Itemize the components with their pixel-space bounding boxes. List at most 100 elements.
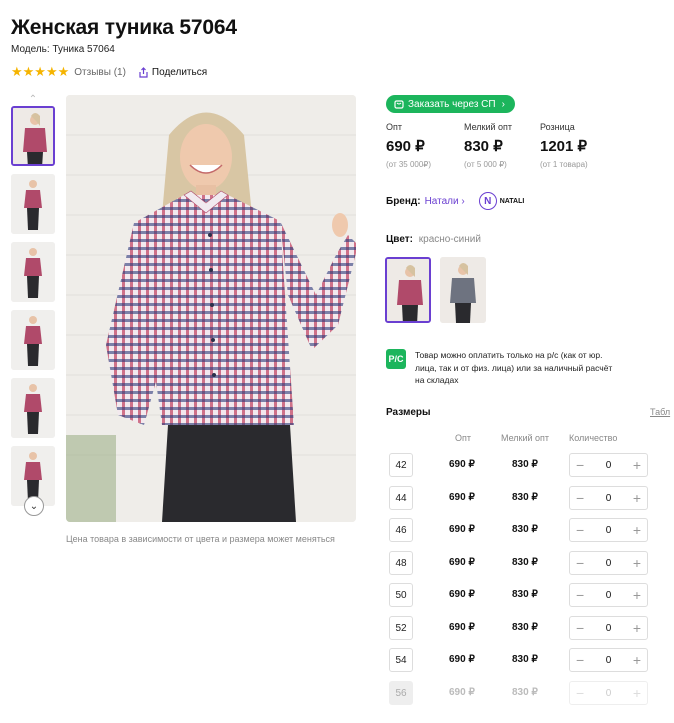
opt-price: 690 ₽ [449,524,475,535]
thumbnail[interactable] [11,106,55,166]
page-title: Женская туника 57064 [11,16,237,39]
color-label: Цвет: [386,234,413,245]
quantity-stepper: − 0 + [569,583,648,607]
quantity-value[interactable]: 0 [606,525,612,536]
chevron-down-icon[interactable]: ⌄ [24,496,44,516]
quantity-stepper: − 0 + [569,616,648,640]
plus-icon[interactable]: + [633,556,641,570]
small-opt-price: 830 ₽ [512,654,538,665]
share-label: Поделиться [151,66,208,78]
small-opt-price: 830 ₽ [512,524,538,535]
plus-icon[interactable]: + [633,588,641,602]
quantity-value[interactable]: 0 [606,460,612,471]
rating-row: ★★★★★ Отзывы (1) Поделиться [11,64,207,80]
opt-price: 690 ₽ [449,654,475,665]
size-label: 42 [389,453,413,477]
payment-note-text: Товар можно оплатить только на р/с (как … [415,350,613,385]
price-disclaimer: Цена товара в зависимости от цвета и раз… [66,534,335,544]
size-label: 50 [389,583,413,607]
color-value: красно-синий [418,234,481,245]
price-value: 690 ₽ [386,138,425,155]
column-header-small-opt: Мелкий опт [501,433,550,443]
minus-icon[interactable]: − [576,491,584,505]
main-product-photo[interactable] [66,95,356,522]
size-label: 54 [389,648,413,672]
order-via-sp-label: Заказать через СП [408,98,496,110]
share-button[interactable]: Поделиться [138,67,207,78]
opt-price: 690 ₽ [449,687,475,698]
plus-icon[interactable]: + [633,458,641,472]
price-label: Розница [540,122,575,132]
quantity-value: 0 [605,687,612,699]
payment-note: Р/С Товар можно оплатить только на р/с (… [386,349,615,387]
quantity-stepper: − 0 + [569,518,648,542]
brand-logo: N NATALI [478,192,524,210]
quantity-stepper: − 0 + [569,681,648,705]
price-value: 830 ₽ [464,138,503,155]
minus-icon[interactable]: − [576,588,584,602]
brand-link[interactable]: Натали › [425,196,465,207]
thumbnail[interactable] [11,242,55,302]
thumbnail[interactable] [11,310,55,370]
price-value: 1201 ₽ [540,138,588,155]
sizes-title: Размеры [386,407,431,418]
size-row: 50 690 ₽ 830 ₽ − 0 + [389,583,659,607]
quantity-value[interactable]: 0 [606,590,612,601]
minus-icon[interactable]: − [576,556,584,570]
bank-transfer-icon: Р/С [386,349,406,369]
plus-icon[interactable]: + [633,621,641,635]
rating-stars: ★★★★★ [11,64,70,79]
plus-icon: + [632,685,641,701]
color-row: Цвет: красно-синий [386,234,481,245]
price-small-opt: Мелкий опт 830 ₽ (от 5 000 ₽) [464,122,512,169]
quantity-value[interactable]: 0 [606,493,612,504]
size-row: 54 690 ₽ 830 ₽ − 0 + [389,648,659,672]
small-opt-price: 830 ₽ [512,687,538,698]
order-via-sp-button[interactable]: Заказать через СП › [386,95,515,113]
minus-icon[interactable]: − [576,653,584,667]
plus-icon[interactable]: + [633,653,641,667]
opt-price: 690 ₽ [449,459,475,470]
quantity-stepper: − 0 + [569,648,648,672]
thumbnail[interactable] [11,378,55,438]
column-header-opt: Опт [455,433,471,443]
size-row: 44 690 ₽ 830 ₽ − 0 + [389,486,659,510]
small-opt-price: 830 ₽ [512,622,538,633]
chevron-right-icon: › [501,98,505,110]
opt-price: 690 ₽ [449,557,475,568]
color-swatch-gray[interactable] [440,257,486,323]
thumbnail[interactable] [11,174,55,234]
quantity-value[interactable]: 0 [606,655,612,666]
quantity-value[interactable]: 0 [606,623,612,634]
cart-icon [394,100,404,109]
small-opt-price: 830 ₽ [512,459,538,470]
brand-label: Бренд: [386,195,421,207]
small-opt-price: 830 ₽ [512,557,538,568]
minus-icon[interactable]: − [576,523,584,537]
column-header-quantity: Количество [569,433,618,443]
size-table-link[interactable]: Табл [650,407,670,417]
opt-price: 690 ₽ [449,589,475,600]
opt-price: 690 ₽ [449,492,475,503]
price-label: Мелкий опт [464,122,513,132]
size-label: 44 [389,486,413,510]
reviews-link[interactable]: Отзывы (1) [74,67,126,78]
share-icon [139,66,148,78]
plus-icon[interactable]: + [633,491,641,505]
minus-icon[interactable]: − [576,458,584,472]
plus-icon[interactable]: + [633,523,641,537]
model-name: Модель: Туника 57064 [11,44,115,55]
small-opt-price: 830 ₽ [512,589,538,600]
size-row: 46 690 ₽ 830 ₽ − 0 + [389,518,659,542]
price-opt: Опт 690 ₽ (от 35 000₽) [386,122,431,169]
quantity-value[interactable]: 0 [606,558,612,569]
opt-price: 690 ₽ [449,622,475,633]
small-opt-price: 830 ₽ [512,492,538,503]
size-label: 52 [389,616,413,640]
brand-row: Бренд: Натали › N NATALI [386,192,524,210]
chevron-up-icon[interactable]: ⌃ [25,94,41,105]
price-label: Опт [386,122,402,132]
minus-icon[interactable]: − [576,621,584,635]
color-swatch-red-blue[interactable] [385,257,431,323]
price-condition: (от 35 000₽) [386,160,432,169]
